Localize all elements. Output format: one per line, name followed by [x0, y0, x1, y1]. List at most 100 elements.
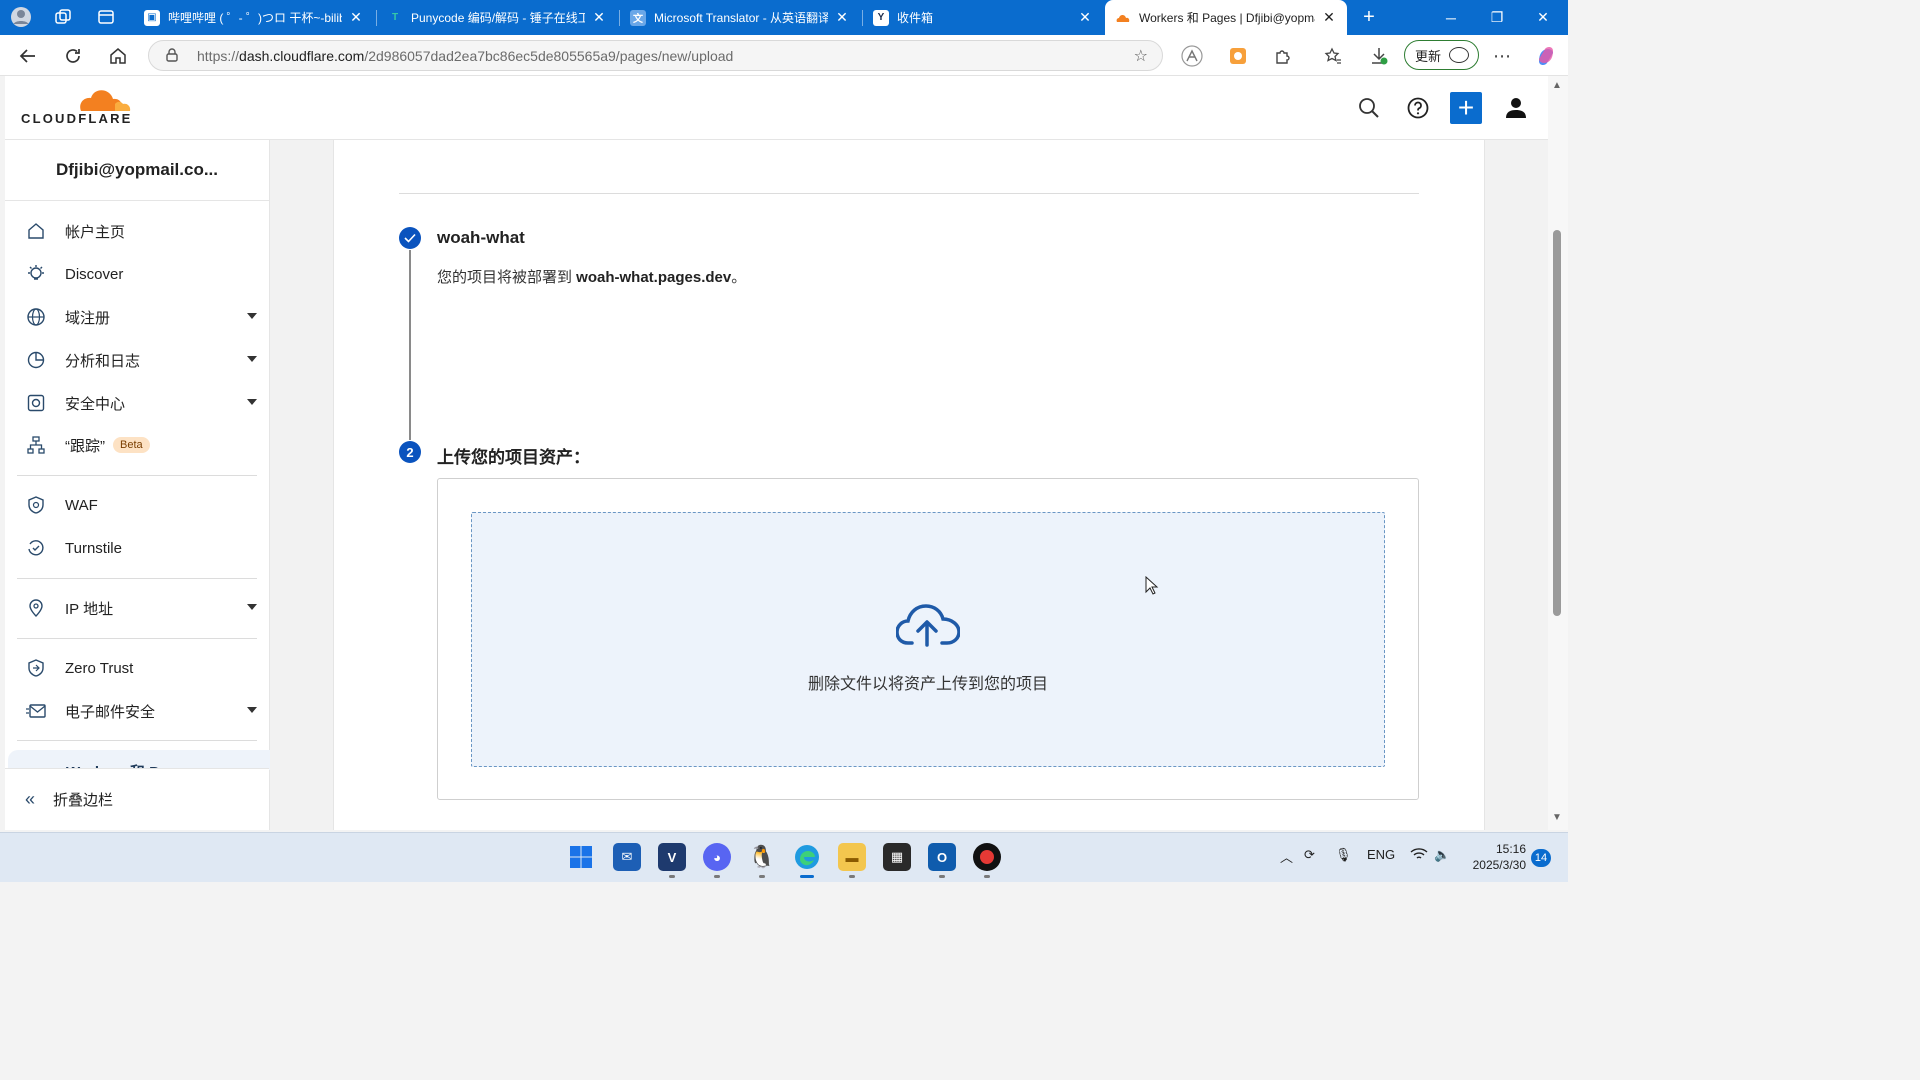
- record-icon[interactable]: [973, 843, 1001, 871]
- beta-badge: Beta: [113, 437, 150, 453]
- step-2-number: 2: [399, 441, 421, 463]
- address-toolbar: https://dash.cloudflare.com/2d986057dad2…: [0, 35, 1568, 76]
- favorite-star-icon[interactable]: ☆: [1134, 46, 1148, 66]
- sidebar-item-ip-addresses[interactable]: IP 地址: [17, 590, 257, 626]
- back-icon[interactable]: [15, 43, 41, 69]
- cloudflare-header: CLOUDFLARE +: [5, 76, 1548, 140]
- qq-icon[interactable]: 🐧: [748, 843, 776, 871]
- sidebar-item-discover[interactable]: Discover: [17, 256, 257, 292]
- account-name[interactable]: Dfjibi@yopmail.co...: [5, 140, 269, 201]
- tab-actions-icon[interactable]: [95, 6, 117, 28]
- extensions-puzzle-icon[interactable]: [1271, 44, 1295, 68]
- sidebar-item-domain-registration[interactable]: 域注册: [17, 299, 257, 335]
- read-aloud-icon[interactable]: [1180, 44, 1204, 68]
- file-explorer-icon[interactable]: ▬: [838, 843, 866, 871]
- sync-icon[interactable]: ⟳: [1304, 847, 1315, 863]
- lock-icon[interactable]: [165, 48, 179, 62]
- system-clock[interactable]: 15:16 2025/3/30: [1462, 841, 1526, 873]
- sidebar-divider: [17, 638, 257, 639]
- chevron-down-icon[interactable]: [247, 604, 257, 610]
- chevron-down-icon[interactable]: [247, 313, 257, 319]
- browser-tab[interactable]: ▣ 哔哩哔哩 ( ゜- ゜)つロ 干杯~-bilibili ✕: [134, 3, 374, 32]
- reload-icon[interactable]: [60, 43, 86, 69]
- downloads-icon[interactable]: [1367, 44, 1391, 68]
- more-menu-icon[interactable]: ⋯: [1490, 44, 1514, 68]
- discord-icon[interactable]: ◕: [703, 843, 731, 871]
- update-button[interactable]: 更新: [1404, 40, 1479, 70]
- wifi-icon[interactable]: [1410, 847, 1428, 864]
- sidebar-divider: [17, 475, 257, 476]
- chevron-down-icon[interactable]: [247, 707, 257, 713]
- sidebar-item-zero-trust[interactable]: Zero Trust: [17, 650, 257, 686]
- add-button[interactable]: +: [1450, 92, 1482, 124]
- workspaces-icon[interactable]: [52, 6, 74, 28]
- edge-icon[interactable]: [793, 843, 821, 871]
- scroll-down-icon[interactable]: ▼: [1552, 812, 1562, 823]
- sidebar: Dfjibi@yopmail.co... 帐户主页 Discover 域注册 分…: [5, 140, 270, 830]
- sidebar-item-security-center[interactable]: 安全中心: [17, 385, 257, 421]
- start-icon[interactable]: [567, 843, 595, 871]
- new-tab-icon[interactable]: +: [1358, 6, 1380, 28]
- extension-orange-icon[interactable]: [1226, 44, 1250, 68]
- yopmail-icon: Y: [873, 9, 889, 26]
- close-tab-icon[interactable]: ✕: [1321, 9, 1337, 26]
- step-1-title: woah-what: [437, 228, 525, 247]
- help-icon[interactable]: [1402, 92, 1434, 124]
- sidebar-item-trace[interactable]: “跟踪” Beta: [17, 427, 257, 463]
- double-chevron-left-icon: «: [25, 789, 36, 809]
- close-tab-icon[interactable]: ✕: [1077, 9, 1093, 26]
- chevron-down-icon[interactable]: [247, 399, 257, 405]
- address-bar[interactable]: https://dash.cloudflare.com/2d986057dad2…: [148, 40, 1163, 71]
- vscode-like-icon[interactable]: V: [658, 843, 686, 871]
- step-connector-line: [409, 250, 411, 440]
- close-tab-icon[interactable]: ✕: [834, 9, 850, 26]
- scroll-up-icon[interactable]: ▲: [1552, 80, 1562, 91]
- sidebar-item-account-home[interactable]: 帐户主页: [17, 213, 257, 249]
- chevron-down-icon[interactable]: [247, 356, 257, 362]
- close-tab-icon[interactable]: ✕: [348, 9, 364, 26]
- trace-icon: [25, 434, 47, 456]
- step-2-title: 上传您的项目资产：: [437, 448, 590, 467]
- globe-icon: [25, 306, 47, 328]
- cloudflare-logo[interactable]: CLOUDFLARE: [21, 111, 133, 126]
- maximize-icon[interactable]: ❐: [1474, 0, 1520, 35]
- tray-overflow-icon[interactable]: ︿: [1280, 847, 1293, 866]
- sidebar-item-workers-pages[interactable]: Workers 和 Pages: [8, 750, 270, 770]
- page-scrollbar[interactable]: ▲ ▼: [1548, 76, 1568, 830]
- sidebar-divider: [17, 578, 257, 579]
- mail-app-icon[interactable]: ✉: [613, 843, 641, 871]
- notification-badge[interactable]: 14: [1531, 849, 1551, 867]
- minimize-icon[interactable]: ─: [1428, 0, 1474, 35]
- profile-icon[interactable]: [10, 6, 32, 28]
- browser-tab-active[interactable]: Workers 和 Pages | Dfjibi@yopmail.com ✕: [1105, 0, 1347, 35]
- volume-icon[interactable]: 🔈: [1434, 847, 1450, 863]
- sidebar-item-analytics-logs[interactable]: 分析和日志: [17, 342, 257, 378]
- sidebar-item-email-security[interactable]: 电子邮件安全: [17, 693, 257, 729]
- cloudflare-logo-icon[interactable]: [75, 86, 133, 112]
- file-drop-zone[interactable]: 删除文件以将资产上传到您的项目: [471, 512, 1385, 767]
- copilot-icon[interactable]: [1534, 44, 1558, 68]
- browser-tab[interactable]: Y 收件箱 ✕: [863, 3, 1103, 32]
- browser-tab[interactable]: T Punycode 编码/解码 - 锤子在线工具 ✕: [377, 3, 617, 32]
- scrollbar-thumb[interactable]: [1553, 230, 1561, 616]
- sidebar-item-waf[interactable]: WAF: [17, 487, 257, 523]
- favorites-icon[interactable]: [1321, 44, 1345, 68]
- translator-icon: 文: [630, 9, 646, 26]
- capture-icon[interactable]: ▦: [883, 843, 911, 871]
- cloud-upload-icon: [896, 604, 960, 647]
- lightbulb-icon: [25, 263, 47, 285]
- drop-zone-text: 删除文件以将资产上传到您的项目: [807, 676, 1048, 693]
- sidebar-item-turnstile[interactable]: Turnstile: [17, 530, 257, 566]
- close-tab-icon[interactable]: ✕: [591, 9, 607, 26]
- user-account-icon[interactable]: [1500, 92, 1532, 124]
- punycode-icon: T: [391, 12, 399, 23]
- input-language[interactable]: ENG: [1367, 847, 1395, 862]
- collapse-sidebar-button[interactable]: « 折叠边栏: [5, 768, 269, 830]
- close-window-icon[interactable]: ✕: [1520, 0, 1566, 35]
- search-icon[interactable]: [1353, 92, 1385, 124]
- url-text[interactable]: https://dash.cloudflare.com/2d986057dad2…: [197, 48, 733, 64]
- outlook-icon[interactable]: O: [928, 843, 956, 871]
- home-icon[interactable]: [105, 43, 131, 69]
- browser-tab[interactable]: 文 Microsoft Translator - 从英语翻译 ✕: [620, 3, 860, 32]
- microphone-icon[interactable]: 🎙: [1335, 847, 1352, 863]
